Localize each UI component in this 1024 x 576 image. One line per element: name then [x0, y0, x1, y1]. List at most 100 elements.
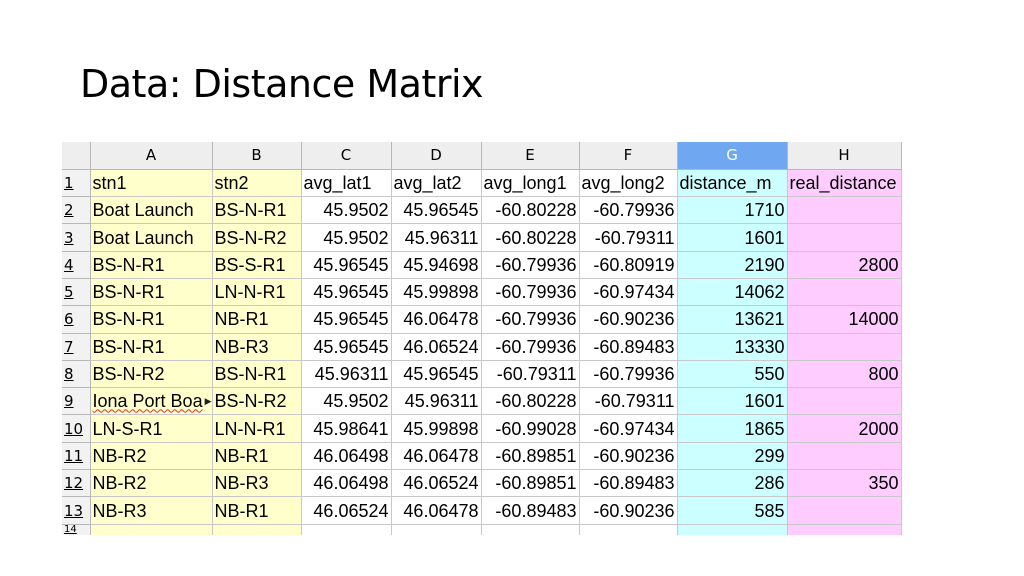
field-name-cell[interactable]: avg_lat2 — [391, 169, 482, 198]
table-cell[interactable]: 45.96545 — [301, 305, 392, 334]
table-cell[interactable] — [391, 524, 482, 535]
table-cell[interactable]: 46.06478 — [391, 305, 482, 334]
column-header-f[interactable]: F — [579, 142, 678, 170]
table-cell[interactable]: 286 — [677, 469, 788, 498]
table-cell[interactable]: 2800 — [787, 251, 902, 279]
column-header-h[interactable]: H — [787, 142, 902, 170]
table-cell[interactable]: BS-S-R1 — [212, 251, 302, 279]
row-header[interactable]: 6 — [62, 305, 91, 334]
table-cell[interactable]: 45.96545 — [301, 251, 392, 279]
table-cell[interactable]: 13621 — [677, 305, 788, 334]
table-cell[interactable]: 550 — [677, 360, 788, 389]
row-header[interactable]: 8 — [62, 360, 91, 389]
field-name-cell[interactable]: stn2 — [212, 169, 302, 198]
table-cell[interactable]: NB-R3 — [212, 333, 302, 361]
column-header-b[interactable]: B — [212, 142, 302, 170]
table-cell[interactable] — [481, 524, 580, 535]
table-cell[interactable]: 1601 — [677, 223, 788, 252]
table-cell[interactable]: 45.96545 — [301, 333, 392, 361]
table-cell[interactable] — [787, 196, 902, 225]
row-header[interactable]: 13 — [62, 496, 91, 525]
table-cell[interactable]: -60.97434 — [579, 414, 678, 443]
table-cell[interactable]: 45.96311 — [391, 223, 482, 252]
row-header[interactable]: 3 — [62, 223, 91, 252]
table-cell[interactable]: LN-S-R1 — [90, 414, 213, 443]
column-header-a[interactable]: A — [90, 142, 213, 170]
select-all-corner[interactable] — [62, 142, 91, 170]
table-cell[interactable]: 45.98641 — [301, 414, 392, 443]
column-header-d[interactable]: D — [391, 142, 482, 170]
table-cell[interactable]: BS-N-R1 — [212, 360, 302, 389]
table-cell[interactable]: 14000 — [787, 305, 902, 334]
table-cell[interactable]: 46.06524 — [391, 333, 482, 361]
table-cell[interactable]: -60.99028 — [481, 414, 580, 443]
row-header[interactable]: 5 — [62, 278, 91, 307]
table-cell[interactable]: -60.79311 — [481, 360, 580, 389]
table-cell[interactable]: 2000 — [787, 414, 902, 443]
table-cell[interactable]: -60.79936 — [481, 305, 580, 334]
table-cell[interactable]: -60.89483 — [481, 496, 580, 525]
table-cell[interactable] — [301, 524, 392, 535]
table-cell[interactable]: -60.89483 — [579, 469, 678, 498]
table-cell[interactable]: 1601 — [677, 387, 788, 416]
table-cell[interactable]: LN-N-R1 — [212, 278, 302, 307]
table-cell[interactable] — [787, 278, 902, 307]
table-cell[interactable]: 350 — [787, 469, 902, 498]
table-cell[interactable]: -60.79936 — [481, 251, 580, 279]
row-header[interactable]: 4 — [62, 251, 91, 279]
table-cell[interactable]: 2190 — [677, 251, 788, 279]
table-cell[interactable]: 45.9502 — [301, 223, 392, 252]
table-cell[interactable]: 45.96545 — [301, 278, 392, 307]
table-cell[interactable]: 13330 — [677, 333, 788, 361]
table-cell[interactable]: NB-R2 — [90, 442, 213, 471]
field-name-cell[interactable]: avg_long1 — [481, 169, 580, 198]
table-cell[interactable] — [787, 223, 902, 252]
table-cell[interactable]: -60.80228 — [481, 223, 580, 252]
column-header-e[interactable]: E — [481, 142, 580, 170]
table-cell[interactable]: -60.80228 — [481, 196, 580, 225]
table-cell[interactable]: 46.06524 — [301, 496, 392, 525]
table-cell[interactable] — [212, 524, 302, 535]
table-cell[interactable]: 45.96545 — [391, 196, 482, 225]
table-cell[interactable]: 14062 — [677, 278, 788, 307]
table-cell[interactable]: -60.80228 — [481, 387, 580, 416]
table-cell[interactable]: -60.90236 — [579, 442, 678, 471]
table-cell[interactable]: BS-N-R1 — [90, 305, 213, 334]
table-cell[interactable]: -60.79936 — [579, 196, 678, 225]
table-cell[interactable]: Boat Launch — [90, 196, 213, 225]
row-header[interactable]: 1 — [62, 169, 91, 198]
table-cell[interactable]: -60.90236 — [579, 496, 678, 525]
table-cell[interactable]: 46.06498 — [301, 442, 392, 471]
table-cell[interactable]: BS-N-R2 — [212, 223, 302, 252]
table-cell[interactable]: -60.89851 — [481, 442, 580, 471]
field-name-cell[interactable]: real_distance — [787, 169, 902, 198]
table-cell[interactable]: -60.79936 — [481, 333, 580, 361]
table-cell[interactable]: BS-N-R2 — [90, 360, 213, 389]
table-cell[interactable] — [787, 442, 902, 471]
table-cell[interactable]: BS-N-R2 — [212, 387, 302, 416]
row-header[interactable]: 14 — [62, 524, 91, 535]
row-header[interactable]: 2 — [62, 196, 91, 225]
table-cell[interactable]: 585 — [677, 496, 788, 525]
table-cell[interactable]: 46.06478 — [391, 496, 482, 525]
row-header[interactable]: 9 — [62, 387, 91, 416]
table-cell[interactable]: -60.79936 — [579, 360, 678, 389]
table-cell[interactable]: LN-N-R1 — [212, 414, 302, 443]
table-cell[interactable]: 45.99898 — [391, 278, 482, 307]
table-cell[interactable]: NB-R3 — [90, 496, 213, 525]
table-cell[interactable]: 800 — [787, 360, 902, 389]
table-cell[interactable]: 45.99898 — [391, 414, 482, 443]
table-cell[interactable]: -60.79311 — [579, 387, 678, 416]
table-cell[interactable] — [787, 333, 902, 361]
table-cell[interactable]: BS-N-R1 — [90, 278, 213, 307]
row-header[interactable]: 7 — [62, 333, 91, 361]
field-name-cell[interactable]: stn1 — [90, 169, 213, 198]
table-cell[interactable]: -60.89851 — [481, 469, 580, 498]
column-header-g[interactable]: G — [677, 142, 788, 170]
field-name-cell[interactable]: avg_long2 — [579, 169, 678, 198]
table-cell[interactable]: 1710 — [677, 196, 788, 225]
row-header[interactable]: 11 — [62, 442, 91, 471]
table-cell[interactable]: Iona Port Boa ▶ — [90, 387, 213, 416]
field-name-cell[interactable]: distance_m — [677, 169, 788, 198]
table-cell[interactable]: 45.94698 — [391, 251, 482, 279]
